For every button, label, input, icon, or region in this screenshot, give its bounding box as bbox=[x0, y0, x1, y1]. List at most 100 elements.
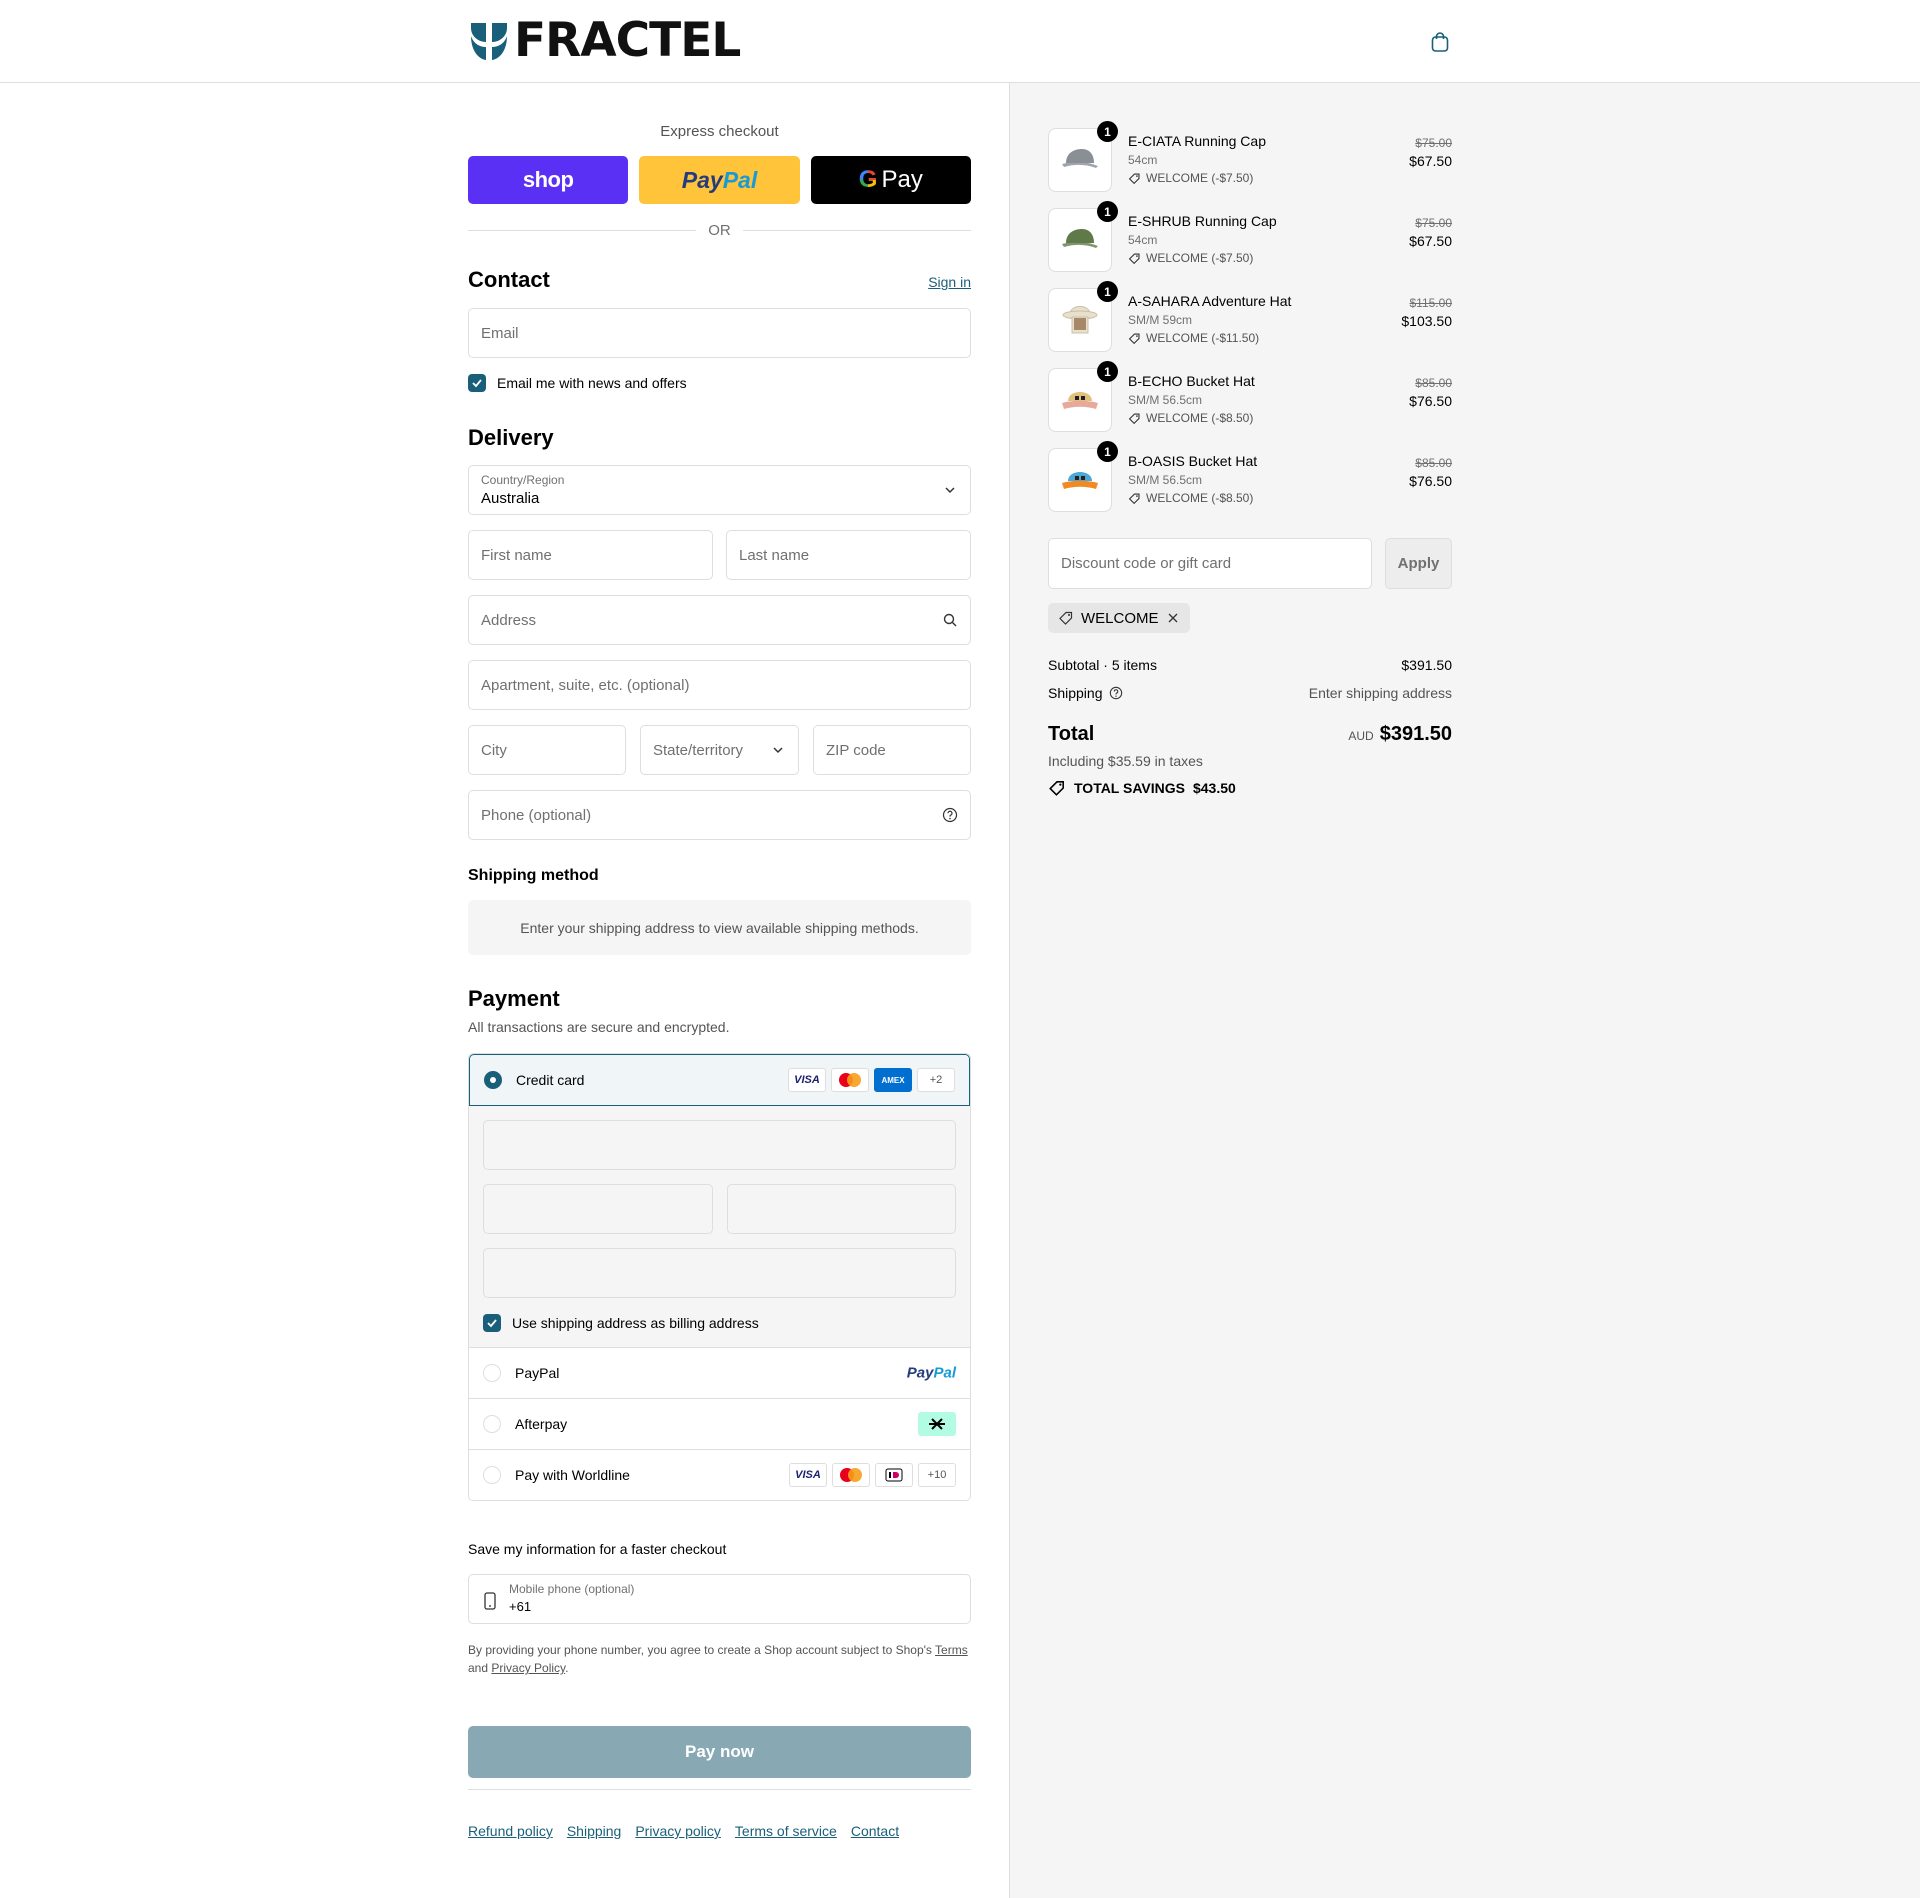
help-circle-icon[interactable] bbox=[1109, 686, 1123, 700]
mobile-phone-field[interactable]: Mobile phone (optional) +61 bbox=[468, 1574, 971, 1624]
last-name-field[interactable]: Last name bbox=[726, 530, 971, 580]
subtotal-label: Subtotal · 5 items bbox=[1048, 657, 1157, 673]
state-select[interactable]: State/territory bbox=[640, 725, 799, 775]
chevron-down-icon bbox=[945, 487, 955, 494]
payment-subtitle: All transactions are secure and encrypte… bbox=[468, 1019, 730, 1035]
shop-legal-text: By providing your phone number, you agre… bbox=[468, 1643, 968, 1675]
credit-card-radio[interactable] bbox=[484, 1071, 502, 1089]
total-row: Total AUD $391.50 bbox=[1048, 723, 1452, 746]
email-field[interactable]: Email bbox=[468, 308, 971, 358]
item-original-price: $85.00 bbox=[1415, 456, 1452, 470]
pay-now-button[interactable]: Pay now bbox=[468, 1726, 971, 1778]
total-label: Total bbox=[1048, 723, 1095, 745]
payment-option-afterpay[interactable]: Afterpay bbox=[469, 1398, 970, 1449]
city-placeholder: City bbox=[481, 741, 507, 759]
item-quantity-badge: 1 bbox=[1097, 121, 1118, 142]
country-select[interactable]: Country/Region Australia bbox=[468, 465, 971, 515]
zip-field[interactable]: ZIP code bbox=[813, 725, 971, 775]
paypal-logo-pal: Pal bbox=[722, 166, 758, 193]
item-name: B-OASIS Bucket Hat bbox=[1128, 453, 1258, 469]
address-field[interactable]: Address bbox=[468, 595, 971, 645]
item-quantity-badge: 1 bbox=[1097, 361, 1118, 382]
order-item: 1 B-OASIS Bucket Hat SM/M 56.5cm WELCOME… bbox=[1048, 441, 1452, 512]
first-name-placeholder: First name bbox=[481, 546, 552, 564]
item-discount-label: WELCOME (-$7.50) bbox=[1146, 171, 1254, 185]
shipping-value: Enter shipping address bbox=[1308, 685, 1452, 701]
payment-option-paypal[interactable]: PayPal PayPal bbox=[469, 1347, 970, 1398]
item-discount: WELCOME (-$8.50) bbox=[1128, 491, 1253, 505]
footer-link-privacy[interactable]: Privacy policy bbox=[635, 1823, 721, 1839]
discount-chip: WELCOME bbox=[1048, 603, 1190, 633]
item-price: $103.50 bbox=[1401, 313, 1452, 329]
expiry-input[interactable] bbox=[483, 1184, 713, 1234]
footer-divider bbox=[468, 1789, 971, 1790]
news-label: Email me with news and offers bbox=[497, 375, 687, 391]
close-icon[interactable] bbox=[1166, 611, 1180, 625]
item-discount: WELCOME (-$7.50) bbox=[1128, 171, 1253, 185]
news-opt-in[interactable]: Email me with news and offers bbox=[468, 374, 687, 392]
order-item: 1 B-ECHO Bucket Hat SM/M 56.5cm WELCOME … bbox=[1048, 361, 1452, 432]
worldline-brands: VISA +10 bbox=[789, 1463, 956, 1487]
or-label: OR bbox=[708, 221, 731, 239]
paypal-logo: PayPal bbox=[906, 1364, 956, 1382]
item-quantity-badge: 1 bbox=[1097, 441, 1118, 462]
name-on-card-input[interactable] bbox=[483, 1248, 956, 1298]
city-field[interactable]: City bbox=[468, 725, 626, 775]
apply-discount-button[interactable]: Apply bbox=[1385, 538, 1452, 589]
shopping-bag-icon[interactable] bbox=[1428, 30, 1452, 54]
country-value: Australia bbox=[481, 490, 540, 507]
payment-option-credit-card[interactable]: Credit card VISA AMEX +2 bbox=[469, 1054, 970, 1106]
item-name: E-CIATA Running Cap bbox=[1128, 133, 1266, 149]
payment-option-worldline[interactable]: Pay with Worldline VISA +10 bbox=[469, 1449, 970, 1500]
card-number-input[interactable] bbox=[483, 1120, 956, 1170]
footer-link-refund[interactable]: Refund policy bbox=[468, 1823, 553, 1839]
credit-card-label: Credit card bbox=[516, 1072, 585, 1088]
sign-in-link[interactable]: Sign in bbox=[928, 274, 971, 290]
email-placeholder: Email bbox=[481, 324, 519, 342]
shop-pay-button[interactable]: shop bbox=[468, 156, 629, 204]
item-variant: 54cm bbox=[1128, 153, 1158, 167]
payment-options: Credit card VISA AMEX +2 Use shipping ad… bbox=[468, 1053, 971, 1501]
paypal-express-button[interactable]: Pay Pal bbox=[639, 156, 800, 204]
privacy-policy-link[interactable]: Privacy Policy bbox=[491, 1661, 565, 1675]
footer-link-shipping[interactable]: Shipping bbox=[567, 1823, 622, 1839]
item-discount-label: WELCOME (-$7.50) bbox=[1146, 251, 1254, 265]
zip-placeholder: ZIP code bbox=[826, 741, 886, 759]
order-summary-panel bbox=[1009, 83, 1920, 1898]
billing-same-option[interactable]: Use shipping address as billing address bbox=[483, 1314, 759, 1332]
footer-link-terms[interactable]: Terms of service bbox=[735, 1823, 837, 1839]
total-value: $391.50 bbox=[1379, 723, 1452, 745]
more-cards-badge: +2 bbox=[917, 1068, 955, 1092]
brand-logo[interactable]: FRACTEL bbox=[468, 17, 741, 64]
terms-link[interactable]: Terms bbox=[935, 1643, 968, 1657]
news-checkbox[interactable] bbox=[468, 374, 486, 392]
apartment-field[interactable]: Apartment, suite, etc. (optional) bbox=[468, 660, 971, 710]
discount-chip-label: WELCOME bbox=[1081, 609, 1159, 627]
subtotal-row: Subtotal · 5 items $391.50 bbox=[1048, 657, 1452, 673]
security-code-input[interactable] bbox=[727, 1184, 956, 1234]
help-circle-icon[interactable] bbox=[942, 807, 958, 823]
worldline-label: Pay with Worldline bbox=[515, 1467, 630, 1483]
order-item: 1 E-CIATA Running Cap 54cm WELCOME (-$7.… bbox=[1048, 121, 1452, 192]
google-pay-button[interactable]: G Pay bbox=[810, 156, 971, 204]
item-original-price: $75.00 bbox=[1415, 216, 1452, 230]
item-price: $67.50 bbox=[1409, 153, 1452, 169]
afterpay-radio[interactable] bbox=[483, 1415, 501, 1433]
savings-label: TOTAL SAVINGS bbox=[1074, 780, 1185, 796]
search-icon bbox=[943, 613, 957, 627]
mastercard-icon bbox=[832, 1463, 870, 1487]
billing-checkbox[interactable] bbox=[483, 1314, 501, 1332]
item-original-price: $85.00 bbox=[1415, 376, 1452, 390]
first-name-field[interactable]: First name bbox=[468, 530, 713, 580]
worldline-radio[interactable] bbox=[483, 1466, 501, 1484]
tag-icon bbox=[1049, 781, 1064, 796]
footer-link-contact[interactable]: Contact bbox=[851, 1823, 899, 1839]
item-variant: 54cm bbox=[1128, 233, 1158, 247]
tag-icon bbox=[1128, 492, 1140, 504]
paypal-label: PayPal bbox=[515, 1365, 560, 1381]
phone-field[interactable]: Phone (optional) bbox=[468, 790, 971, 840]
item-name: B-ECHO Bucket Hat bbox=[1128, 373, 1255, 389]
discount-code-field[interactable]: Discount code or gift card bbox=[1048, 538, 1372, 589]
paypal-radio[interactable] bbox=[483, 1364, 501, 1382]
apartment-placeholder: Apartment, suite, etc. (optional) bbox=[481, 676, 690, 694]
